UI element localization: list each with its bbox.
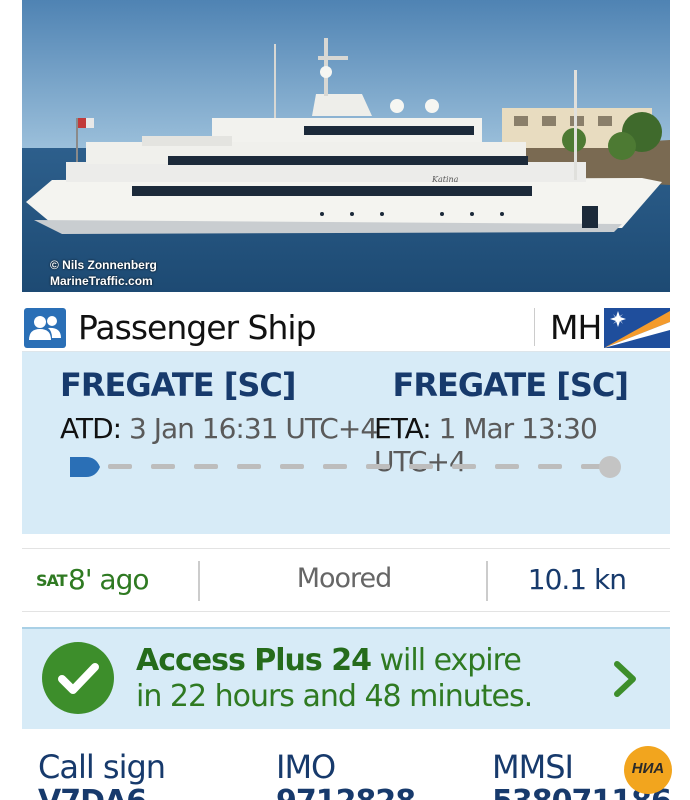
hull-name-text: Katina: [431, 175, 459, 184]
checkmark-icon: [42, 642, 114, 714]
atd-label: ATD:: [60, 412, 122, 445]
destination-dot-icon: [599, 456, 621, 478]
progress-dash: [452, 464, 476, 469]
destination-port[interactable]: FREGATE [SC]: [392, 366, 629, 404]
access-plus-banner[interactable]: Access Plus 24 will expire in 22 hours a…: [22, 627, 670, 729]
vessel-photo[interactable]: Katina © Nils Zonnenberg MarineTraffic.c…: [22, 0, 670, 292]
vessel-identifiers: Call sign V7DA6 IMO 9712828 MMSI 5380711…: [22, 740, 672, 800]
progress-dash: [280, 464, 304, 469]
nia-logo-text: НИА: [631, 760, 665, 777]
imo-value: 9712828: [276, 784, 416, 800]
vessel-type-label: Passenger Ship: [78, 308, 317, 347]
vessel-type-bar: Passenger Ship MH: [22, 300, 670, 352]
call-sign-label: Call sign: [38, 748, 166, 786]
mmsi-label: MMSI: [492, 748, 574, 786]
progress-dash: [538, 464, 562, 469]
access-expiry-message: Access Plus 24 will expire in 22 hours a…: [136, 643, 533, 715]
photo-credit-author: © Nils Zonnenberg: [50, 258, 157, 272]
progress-dash: [108, 464, 132, 469]
status-bar: SAT 8' ago Moored 10.1 kn: [22, 548, 670, 612]
nia-watermark-logo: НИА: [624, 746, 672, 794]
voyage-panel[interactable]: FREGATE [SC] FREGATE [SC] ATD: 3 Jan 16:…: [22, 352, 670, 534]
call-sign-value: V7DA6: [38, 784, 147, 800]
progress-dashes: [108, 464, 605, 469]
divider: [534, 308, 535, 346]
access-remaining-time: in 22 hours and 48 minutes.: [136, 679, 533, 714]
photo-credit-source: MarineTraffic.com: [50, 274, 153, 288]
voyage-progress-track: [70, 456, 621, 478]
marshall-islands-flag-icon: [604, 308, 670, 348]
access-expiry-text: will expire: [370, 643, 522, 678]
position-day: SAT: [36, 571, 68, 590]
passenger-people-icon: [24, 308, 66, 348]
flag-country-code: MH: [550, 308, 602, 347]
divider: [486, 561, 488, 601]
position-age: 8' ago: [68, 563, 149, 596]
actual-departure-time: ATD: 3 Jan 16:31 UTC+4: [60, 412, 378, 445]
yacht-photo-illustration: Katina: [22, 0, 670, 292]
progress-dash: [495, 464, 519, 469]
imo-label: IMO: [276, 748, 336, 786]
atd-value: 3 Jan 16:31 UTC+4: [128, 412, 378, 445]
progress-dash: [194, 464, 218, 469]
vessel-position-icon: [70, 457, 100, 477]
access-plan-name: Access Plus 24: [136, 643, 372, 678]
progress-dash: [366, 464, 390, 469]
departure-port[interactable]: FREGATE [SC]: [60, 366, 297, 404]
divider: [198, 561, 200, 601]
vessel-speed: 10.1 kn: [527, 563, 627, 596]
navigation-status: Moored: [296, 563, 393, 594]
progress-dash: [151, 464, 175, 469]
progress-dash: [323, 464, 347, 469]
chevron-right-icon[interactable]: [612, 659, 638, 699]
progress-dash: [237, 464, 261, 469]
eta-label: ETA:: [374, 412, 432, 445]
progress-dash: [409, 464, 433, 469]
